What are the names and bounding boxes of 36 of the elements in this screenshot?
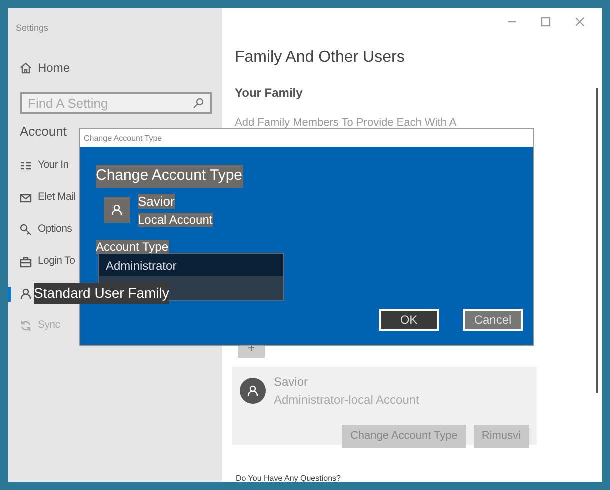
account-type-text: Administrator-local Account [274,392,420,409]
window-title: Settings [16,22,49,35]
sidebar-item[interactable]: Your In [38,158,69,174]
search-field[interactable]: Find A Setting [20,92,212,114]
dropdown-option[interactable]: Administrator [99,254,283,276]
home-link[interactable]: Home [38,59,70,77]
key-icon [20,224,32,236]
envelope-icon [20,192,32,204]
sidebar-item[interactable]: Elet Mail [38,190,76,206]
home-icon [20,62,32,74]
help-link[interactable]: Do You Have Any Questions? [236,473,341,485]
sync-icon [20,320,32,332]
search-icon [193,97,205,109]
user-name: Savior [274,374,310,391]
section-heading: Your Family [235,85,303,102]
dialog-heading: Change Account Type [96,165,242,188]
ok-button[interactable]: OK [379,309,439,331]
scrollbar[interactable] [596,88,598,393]
close-icon [574,16,586,28]
sidebar-item[interactable]: Standard User Family [34,283,170,304]
user-name: Savior [138,194,175,208]
list-icon [20,160,32,172]
avatar-icon [240,378,266,404]
briefcase-icon [20,256,32,268]
cancel-button[interactable]: Cancel [463,309,523,331]
person-icon [20,288,32,300]
sidebar-item[interactable]: Login To [38,254,76,270]
person-icon [104,197,130,224]
dialog-title: Change Account Type [80,129,533,147]
account-type-text: Local Account [138,213,213,227]
sidebar-item[interactable]: Options [38,222,72,238]
section-heading: Account [20,124,67,139]
field-label: Account Type [96,240,168,254]
description-text: Add Family Members To Provide Each With A [235,116,457,131]
maximize-icon [540,16,552,28]
page-heading: Family And Other Users [235,48,405,68]
